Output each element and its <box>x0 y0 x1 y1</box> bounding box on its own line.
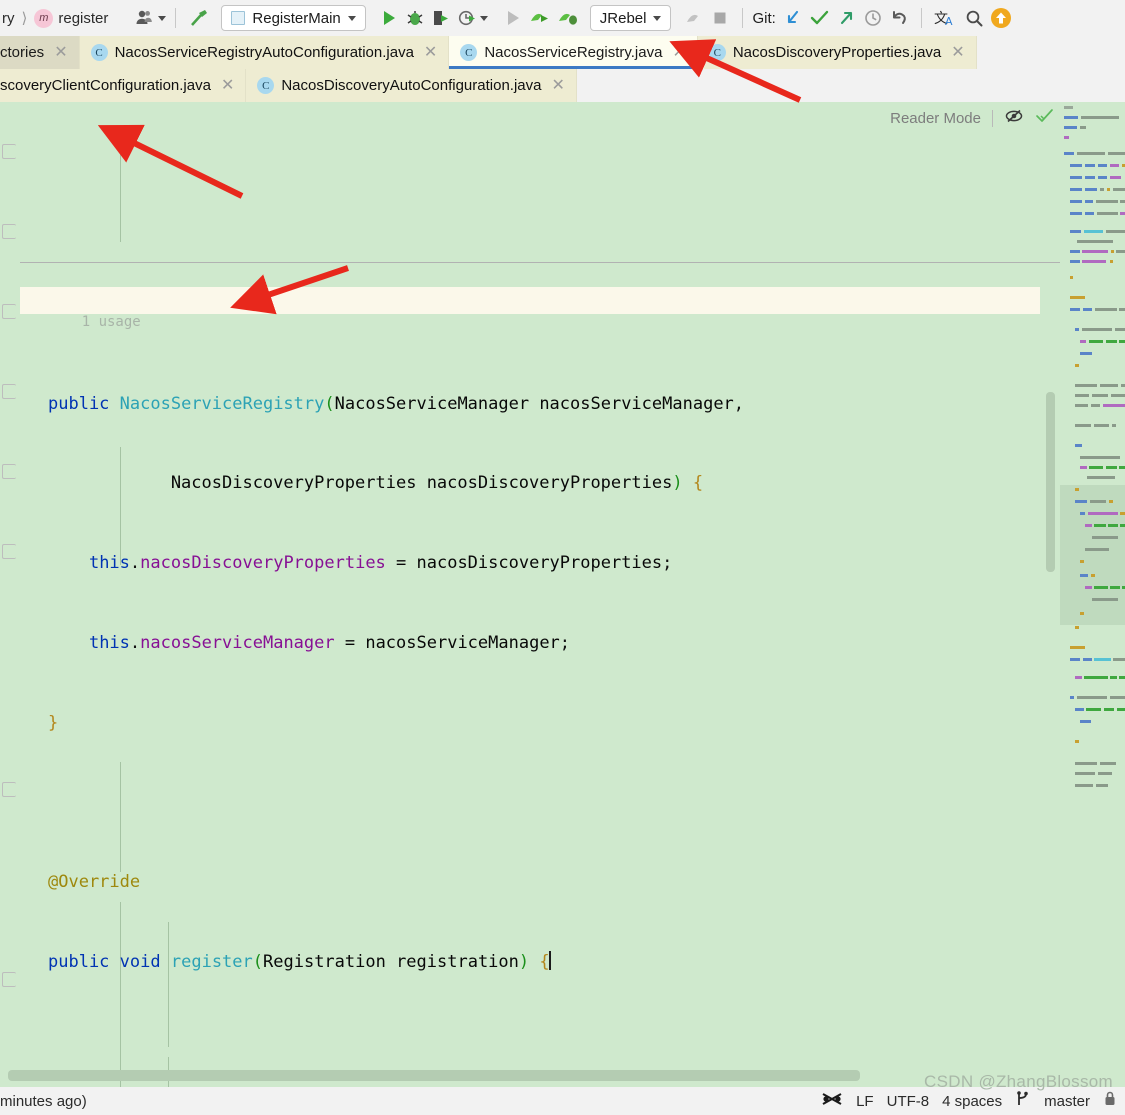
fold-marker-icon[interactable] <box>2 972 16 987</box>
svg-text:A: A <box>945 15 953 28</box>
git-update-icon[interactable] <box>780 5 806 31</box>
editor-vertical-scrollbar[interactable] <box>1046 392 1055 572</box>
people-icon[interactable] <box>132 5 158 31</box>
editor-tabs-row-1: ctories ✕ C NacosServiceRegistryAutoConf… <box>0 36 1125 69</box>
tab-nacos-discovery-client-configuration[interactable]: scoveryClientConfiguration.java ✕ <box>0 69 247 102</box>
no-line-separator-icon[interactable] <box>821 1090 843 1112</box>
tab-label: NacosDiscoveryAutoConfiguration.java <box>281 77 542 94</box>
debug-icon[interactable] <box>402 5 428 31</box>
attach-disabled-icon <box>681 5 707 31</box>
close-icon[interactable]: ✕ <box>551 77 564 94</box>
breadcrumb-separator: ⟩ <box>21 10 28 27</box>
updates-icon[interactable] <box>987 5 1015 31</box>
editor-horizontal-scrollbar[interactable] <box>8 1070 860 1081</box>
status-indent[interactable]: 4 spaces <box>942 1093 1002 1110</box>
status-line-separator[interactable]: LF <box>856 1093 874 1110</box>
tab-nacos-service-registry-auto-configuration[interactable]: C NacosServiceRegistryAutoConfiguration.… <box>79 36 450 69</box>
close-icon[interactable]: ✕ <box>672 44 685 61</box>
close-icon[interactable]: ✕ <box>221 77 234 94</box>
run-config-icon <box>231 11 246 25</box>
code-line: } <box>48 712 59 733</box>
code-line: @Override <box>48 872 141 893</box>
close-icon[interactable]: ✕ <box>54 44 67 61</box>
fold-marker-icon[interactable] <box>2 384 16 399</box>
tab-nacos-service-registry[interactable]: C NacosServiceRegistry.java ✕ <box>449 36 698 69</box>
run-disabled-icon <box>500 5 526 31</box>
chevron-down-icon[interactable] <box>479 15 488 21</box>
code-line: this.nacosDiscoveryProperties = nacosDis… <box>88 553 673 574</box>
module-badge-icon: m <box>34 8 54 28</box>
code-text[interactable]: 1 usage public NacosServiceRegistry(Naco… <box>20 102 1060 1087</box>
toolbar-divider <box>175 8 177 28</box>
translate-icon[interactable]: 文A <box>931 5 961 31</box>
code-line: this.nacosServiceManager = nacosServiceM… <box>88 632 571 653</box>
jrebel-selector[interactable]: JRebel <box>589 5 672 31</box>
close-icon[interactable]: ✕ <box>951 44 964 61</box>
status-encoding[interactable]: UTF-8 <box>887 1093 930 1110</box>
fold-marker-icon[interactable] <box>2 544 16 559</box>
rollback-icon[interactable] <box>886 5 912 31</box>
git-label: Git: <box>752 9 776 27</box>
build-hammer-icon[interactable] <box>185 5 213 31</box>
fold-marker-icon[interactable] <box>2 304 16 319</box>
editor-gutter[interactable] <box>0 102 20 1087</box>
history-icon[interactable] <box>860 5 886 31</box>
chevron-down-icon[interactable] <box>653 15 662 21</box>
stop-icon <box>707 5 733 31</box>
fold-marker-icon[interactable] <box>2 464 16 479</box>
tab-nacos-discovery-properties[interactable]: C NacosDiscoveryProperties.java ✕ <box>697 36 977 69</box>
chevron-down-icon[interactable] <box>158 15 167 21</box>
branch-icon[interactable] <box>1015 1090 1031 1112</box>
java-class-icon: C <box>257 77 275 94</box>
lock-icon[interactable] <box>1103 1090 1117 1112</box>
tab-label: NacosServiceRegistryAutoConfiguration.ja… <box>114 44 414 61</box>
code-minimap[interactable] <box>1060 102 1125 1087</box>
breadcrumb-module[interactable]: register <box>58 10 108 27</box>
search-everywhere-icon[interactable] <box>961 5 987 31</box>
code-editor[interactable]: Reader Mode 1 usage public NacosServiceR… <box>0 102 1125 1087</box>
idea-window: ry ⟩ m register RegisterMain JRebel Git:… <box>0 0 1125 1115</box>
profiler-icon[interactable] <box>454 5 480 31</box>
code-line-current: public void register(Registration regist… <box>48 951 551 972</box>
java-class-icon: C <box>460 44 478 61</box>
code-line: public NacosServiceRegistry(NacosService… <box>48 393 745 414</box>
tab-factories[interactable]: ctories ✕ <box>0 36 80 69</box>
tab-label: ctories <box>0 44 45 61</box>
status-branch[interactable]: master <box>1044 1093 1090 1110</box>
usage-hint: 1 usage <box>81 313 141 330</box>
java-class-icon: C <box>90 44 108 61</box>
editor-tabs-row-2: scoveryClientConfiguration.java ✕ C Naco… <box>0 69 1125 102</box>
tab-label: NacosServiceRegistry.java <box>484 44 663 61</box>
jrebel-run-icon[interactable] <box>526 5 554 31</box>
breadcrumb-project[interactable]: ry <box>2 10 15 27</box>
jrebel-label: JRebel <box>599 9 647 27</box>
fold-marker-icon[interactable] <box>2 782 16 797</box>
tab-nacos-discovery-auto-configuration[interactable]: C NacosDiscoveryAutoConfiguration.java ✕ <box>246 69 577 102</box>
toolbar-divider-2 <box>742 8 744 28</box>
fold-marker-icon[interactable] <box>2 144 16 159</box>
tab-label: scoveryClientConfiguration.java <box>0 77 211 94</box>
java-class-icon: C <box>708 44 726 61</box>
toolbar-divider-3 <box>920 8 922 28</box>
main-toolbar: ry ⟩ m register RegisterMain JRebel Git:… <box>0 0 1125 36</box>
chevron-down-icon[interactable] <box>347 15 356 21</box>
tab-label: NacosDiscoveryProperties.java <box>732 44 942 61</box>
jrebel-debug-icon[interactable] <box>554 5 582 31</box>
run-icon[interactable] <box>376 5 402 31</box>
git-commit-icon[interactable] <box>806 5 834 31</box>
status-right-group: LF UTF-8 4 spaces master <box>821 1090 1125 1112</box>
watermark: CSDN @ZhangBlossom <box>924 1072 1113 1091</box>
close-icon[interactable]: ✕ <box>424 44 437 61</box>
run-configuration-selector[interactable]: RegisterMain <box>221 5 366 31</box>
status-left-text: minutes ago) <box>0 1092 87 1110</box>
fold-marker-icon[interactable] <box>2 224 16 239</box>
code-line: NacosDiscoveryProperties nacosDiscoveryP… <box>48 473 704 494</box>
breadcrumb[interactable]: ry ⟩ m register <box>0 8 108 28</box>
run-config-label: RegisterMain <box>252 9 341 27</box>
git-push-icon[interactable] <box>834 5 860 31</box>
run-with-coverage-icon[interactable] <box>428 5 454 31</box>
